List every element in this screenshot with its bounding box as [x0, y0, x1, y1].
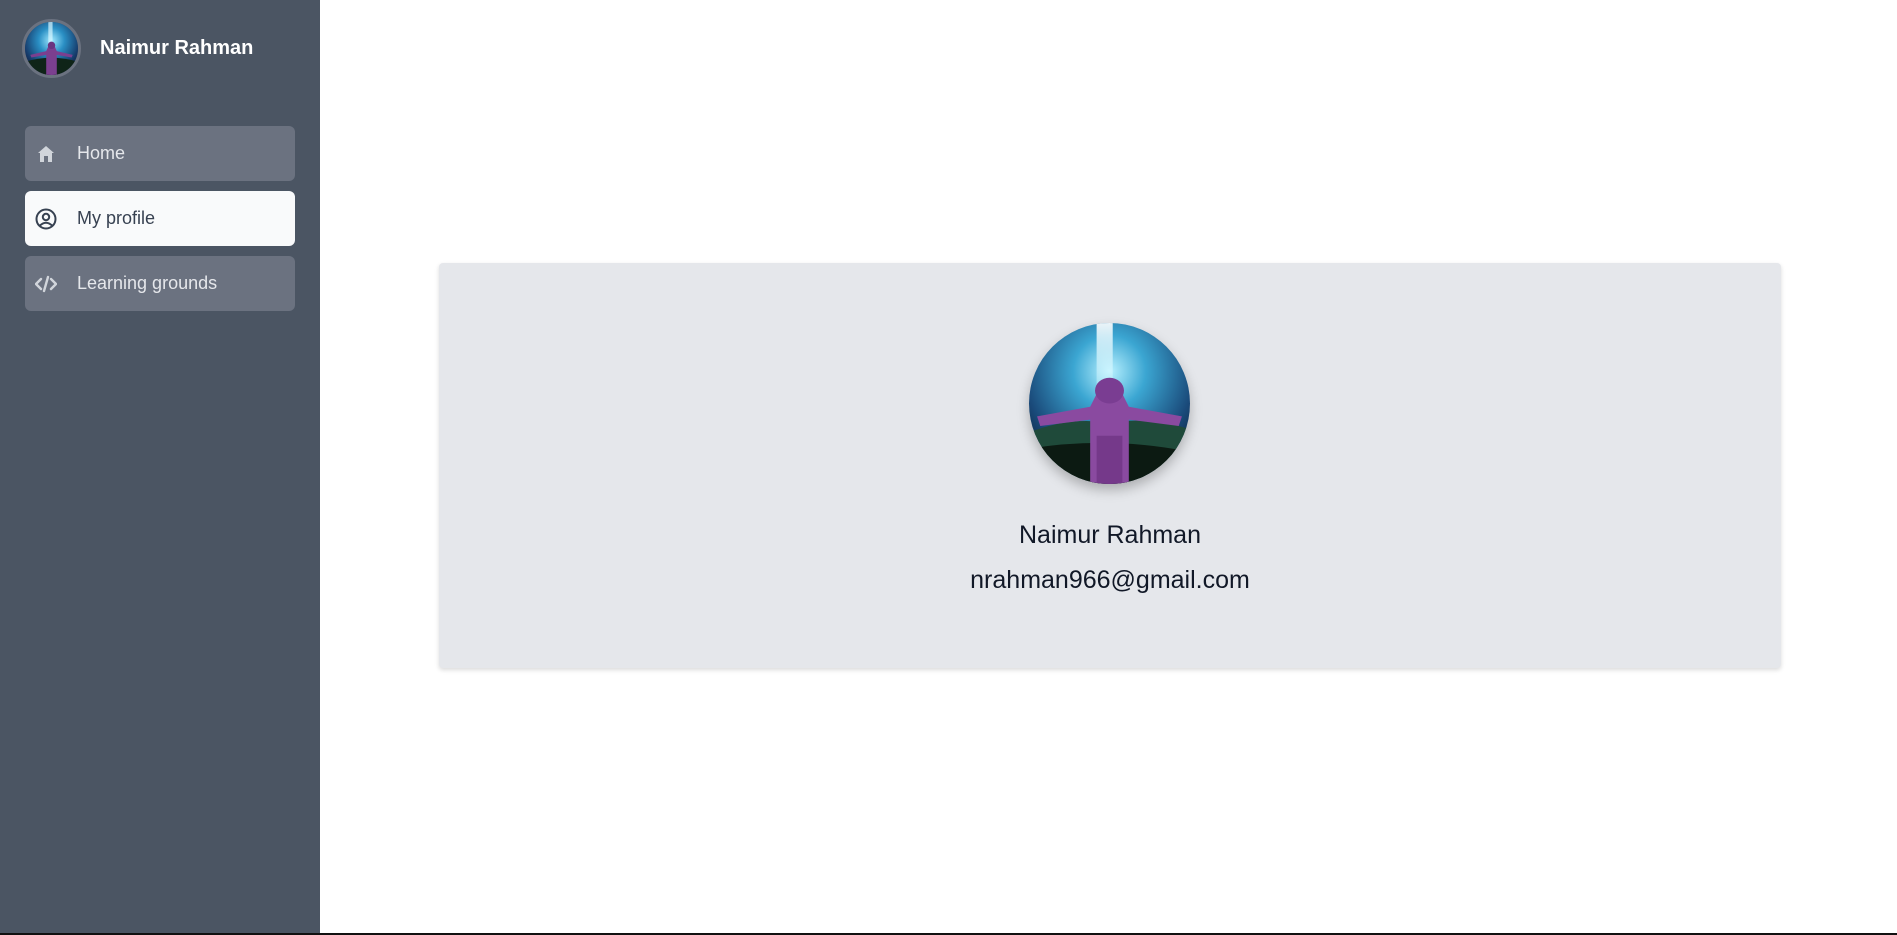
app-root: Naimur Rahman Home My profile Learning g…: [0, 0, 1897, 935]
main-content: Naimur Rahman nrahman966@gmail.com: [320, 0, 1897, 933]
home-icon: [35, 143, 57, 165]
sidebar-nav: Home My profile Learning grounds: [25, 126, 295, 321]
profile-avatar: [1029, 323, 1190, 484]
profile-email: nrahman966@gmail.com: [970, 566, 1250, 594]
code-icon: [35, 273, 57, 295]
sidebar-item-label: Learning grounds: [77, 273, 218, 293]
sidebar-item-label: My profile: [77, 208, 156, 228]
avatar-image: [25, 22, 78, 75]
profile-name: Naimur Rahman: [1018, 521, 1201, 549]
sidebar-user-name: Naimur Rahman: [100, 37, 254, 59]
sidebar-item-learning-grounds[interactable]: Learning grounds: [25, 256, 295, 311]
sidebar-item-label: Home: [77, 143, 126, 163]
sidebar-item-my-profile[interactable]: My profile: [25, 191, 295, 246]
sidebar-item-home[interactable]: Home: [25, 126, 295, 181]
profile-card: Naimur Rahman nrahman966@gmail.com: [439, 263, 1781, 668]
user-circle-icon: [35, 208, 57, 230]
avatar[interactable]: [22, 19, 81, 78]
sidebar: Naimur Rahman Home My profile Learning g…: [0, 0, 320, 933]
sidebar-brand: Naimur Rahman: [22, 19, 253, 78]
profile-avatar-image: [1029, 323, 1190, 484]
